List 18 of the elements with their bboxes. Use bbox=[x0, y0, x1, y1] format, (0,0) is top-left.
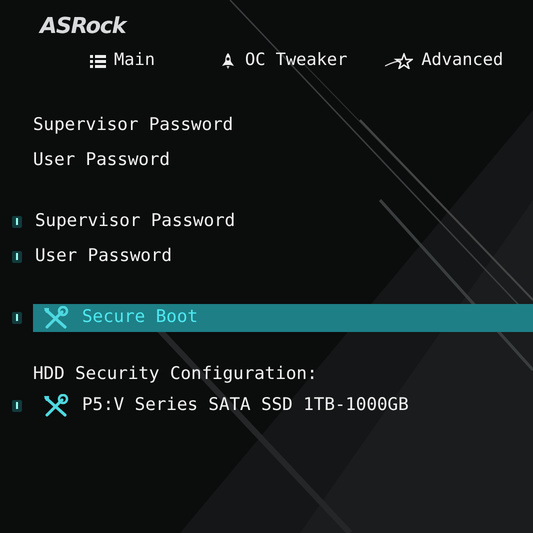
list-icon bbox=[90, 54, 106, 68]
item-marker-icon bbox=[12, 400, 22, 412]
star-icon bbox=[385, 53, 414, 69]
item-marker-icon bbox=[12, 250, 22, 262]
item-marker-icon bbox=[12, 216, 22, 228]
tools-icon bbox=[42, 394, 70, 418]
menu-item[interactable]: User Password bbox=[33, 242, 533, 270]
item-marker-icon bbox=[12, 312, 22, 324]
menu-item[interactable]: Supervisor Password bbox=[33, 208, 533, 236]
info-label: User Password bbox=[33, 149, 170, 172]
submenu-item[interactable]: P5:V Series SATA SSD 1TB-1000GB bbox=[33, 392, 533, 420]
logo: ASRock bbox=[40, 14, 126, 39]
tools-icon bbox=[42, 306, 70, 330]
tab[interactable]: Advanced bbox=[383, 48, 506, 74]
info-label: Supervisor Password bbox=[33, 114, 234, 138]
tab[interactable]: Main bbox=[88, 48, 157, 74]
section-heading: HDD Security Configuration: bbox=[33, 363, 318, 386]
tab[interactable]: OC Tweaker bbox=[216, 48, 350, 74]
